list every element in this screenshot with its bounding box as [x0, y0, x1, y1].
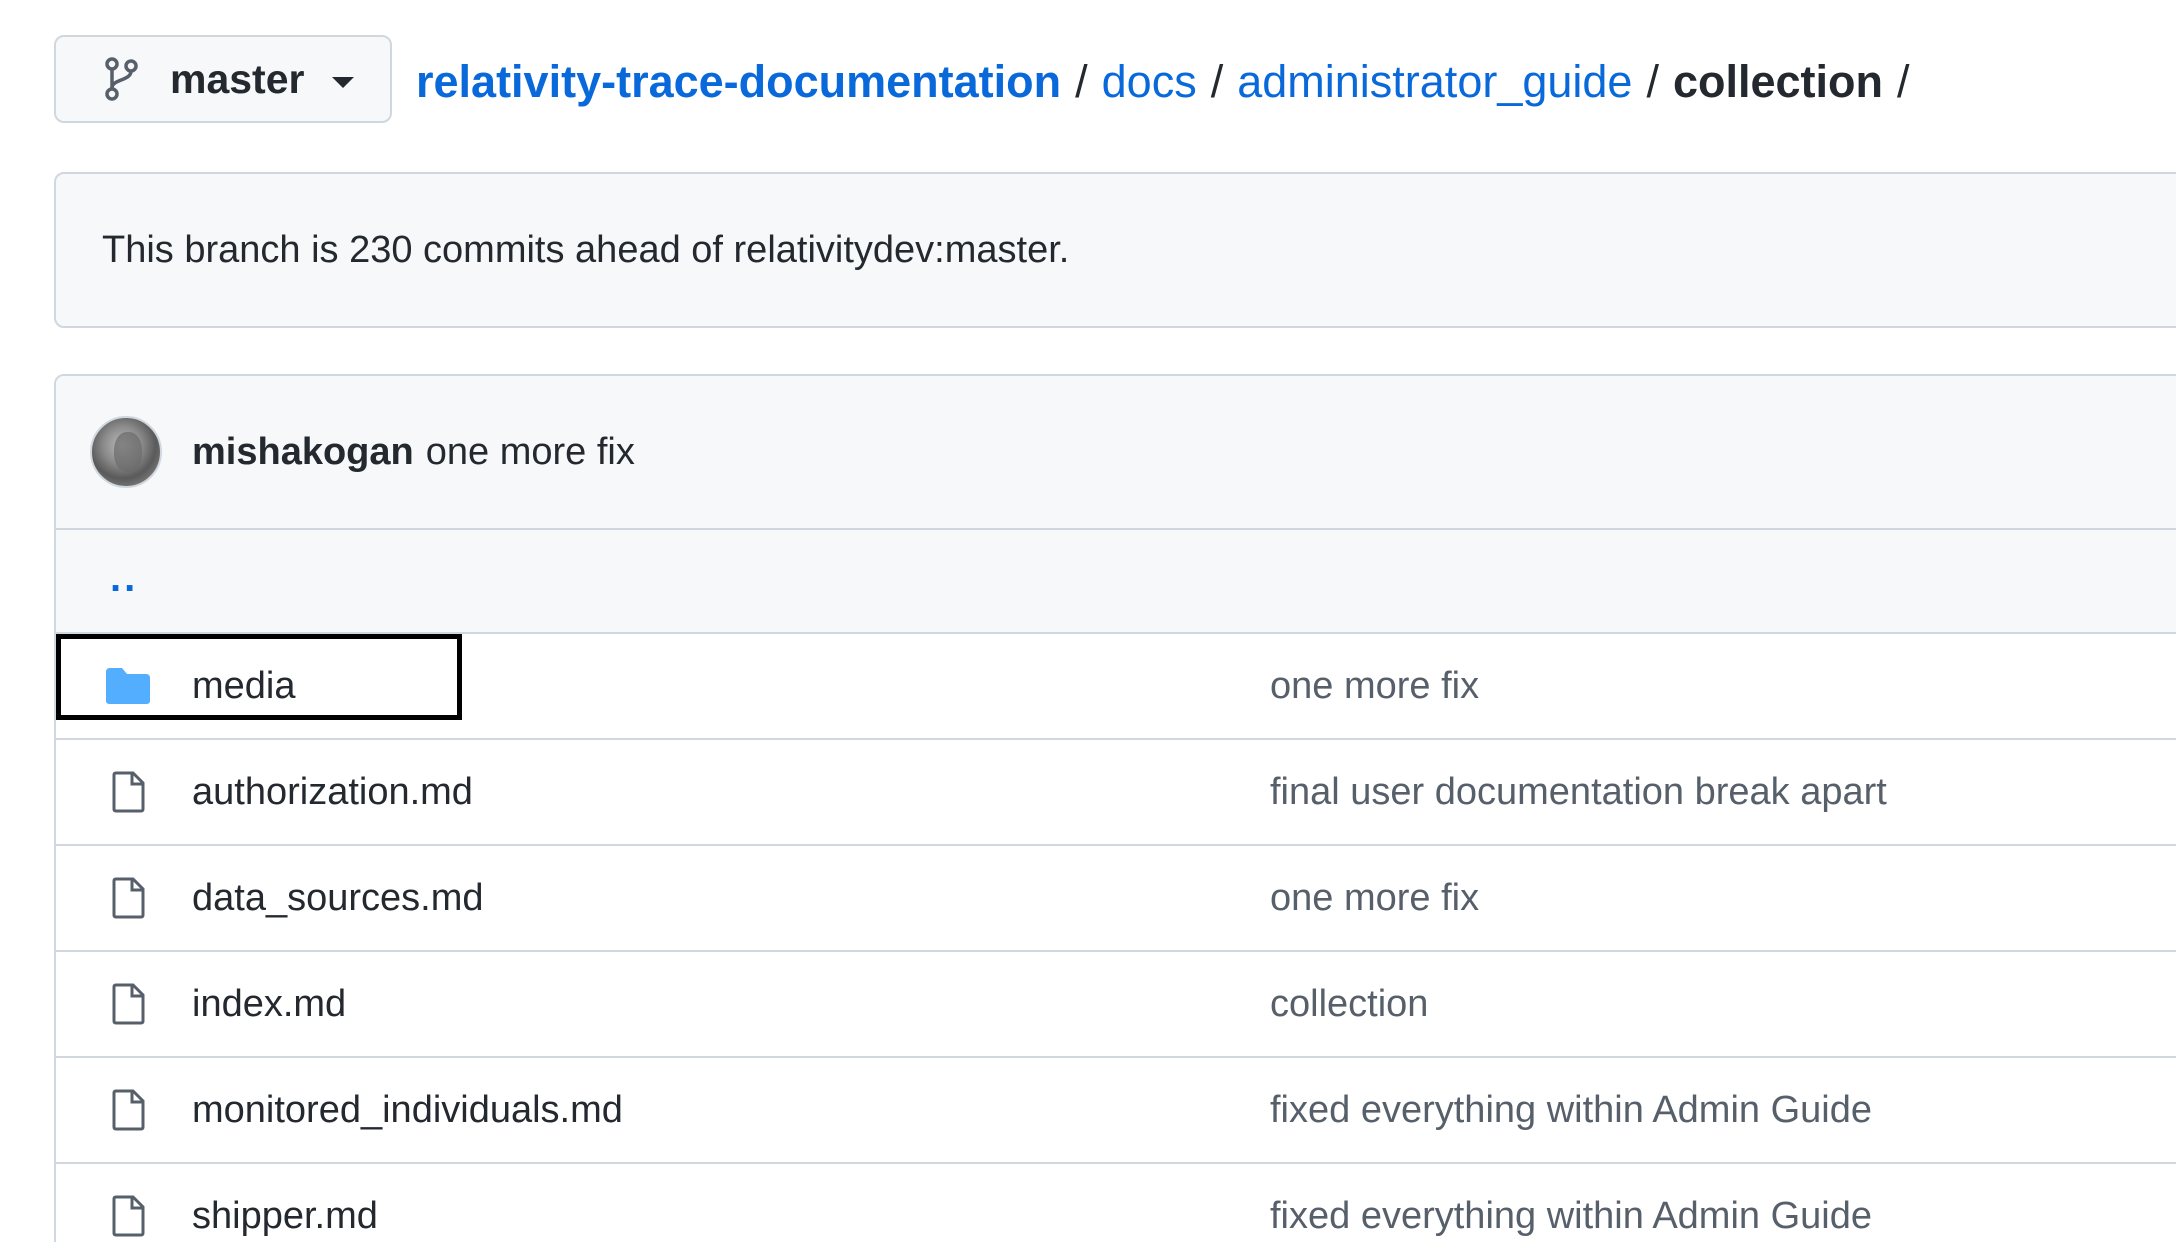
- branch-name: master: [170, 55, 305, 102]
- file-row-index[interactable]: index.md collection: [56, 952, 2176, 1058]
- breadcrumb: relativity-trace-documentation / docs / …: [416, 50, 1924, 114]
- file-commit-message-link[interactable]: one more fix: [1270, 665, 1479, 708]
- file-icon: [102, 1089, 154, 1131]
- breadcrumb-separator: /: [1897, 56, 1910, 107]
- file-commit-message-link[interactable]: final user documentation break apart: [1270, 771, 1887, 814]
- file-commit-message-link[interactable]: collection: [1270, 983, 1428, 1026]
- breadcrumb-separator: /: [1646, 56, 1659, 107]
- file-commit-message-link[interactable]: fixed everything within Admin Guide: [1270, 1195, 1872, 1238]
- caret-down-icon: [332, 76, 355, 88]
- repo-browser-page: master relativity-trace-documentation / …: [0, 0, 2176, 1242]
- file-commit-message-link[interactable]: one more fix: [1270, 877, 1479, 920]
- file-name-link[interactable]: data_sources.md: [192, 877, 932, 920]
- avatar[interactable]: [90, 416, 162, 488]
- breadcrumb-repo-link[interactable]: relativity-trace-documentation: [416, 56, 1061, 108]
- file-icon: [102, 877, 154, 919]
- file-name-link[interactable]: index.md: [192, 983, 932, 1026]
- parent-directory-row[interactable]: ..: [56, 530, 2176, 634]
- branch-ahead-text: This branch is 230 commits ahead of rela…: [102, 228, 1070, 271]
- branch-selector-button[interactable]: master: [54, 35, 392, 123]
- breadcrumb-docs-link[interactable]: docs: [1102, 56, 1197, 108]
- file-name-link[interactable]: monitored_individuals.md: [192, 1089, 932, 1132]
- file-row-data-sources[interactable]: data_sources.md one more fix: [56, 846, 2176, 952]
- commit-message-link[interactable]: one more fix: [426, 431, 635, 474]
- file-name-link[interactable]: media: [192, 665, 932, 708]
- file-row-shipper[interactable]: shipper.md fixed everything within Admin…: [56, 1164, 2176, 1242]
- breadcrumb-current: collection: [1672, 56, 1884, 107]
- commit-author-link[interactable]: mishakogan: [192, 431, 414, 474]
- file-row-monitored-individuals[interactable]: monitored_individuals.md fixed everythin…: [56, 1058, 2176, 1164]
- file-icon: [102, 771, 154, 813]
- latest-commit-row: mishakogan one more fix: [56, 376, 2176, 530]
- breadcrumb-separator: /: [1075, 56, 1088, 107]
- file-icon: [102, 983, 154, 1025]
- parent-directory-link[interactable]: ..: [110, 556, 138, 601]
- folder-icon: [102, 666, 154, 706]
- file-name-link[interactable]: authorization.md: [192, 771, 932, 814]
- breadcrumb-administrator-guide-link[interactable]: administrator_guide: [1237, 56, 1632, 108]
- file-listing: mishakogan one more fix .. media one mor…: [54, 374, 2176, 1242]
- file-name-link[interactable]: shipper.md: [192, 1195, 932, 1238]
- git-branch-icon: [104, 57, 140, 101]
- file-icon: [102, 1195, 154, 1237]
- file-row-media[interactable]: media one more fix: [56, 634, 2176, 740]
- branch-ahead-notice: This branch is 230 commits ahead of rela…: [54, 172, 2176, 328]
- file-commit-message-link[interactable]: fixed everything within Admin Guide: [1270, 1089, 1872, 1132]
- file-row-authorization[interactable]: authorization.md final user documentatio…: [56, 740, 2176, 846]
- breadcrumb-separator: /: [1210, 56, 1224, 107]
